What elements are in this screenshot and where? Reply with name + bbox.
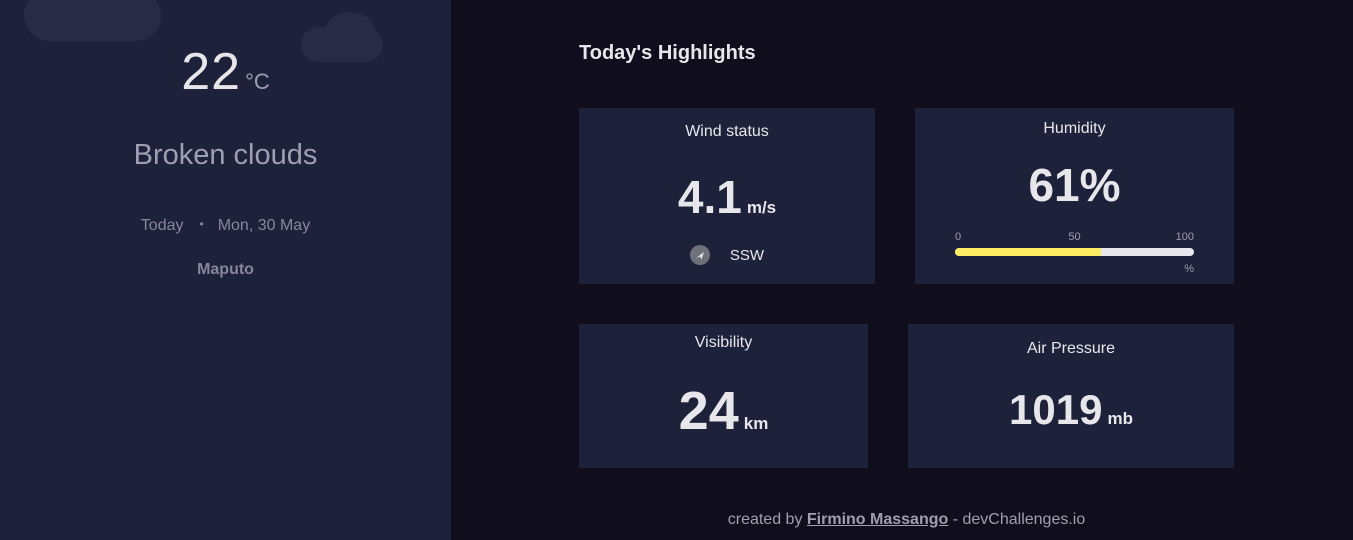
wind-direction: SSW (579, 245, 875, 266)
wind-speed-unit: m/s (746, 198, 777, 217)
visibility-value-row: 24 km (579, 380, 868, 442)
humidity-scale-mid: 50 (1068, 231, 1081, 243)
today-label: Today (140, 217, 184, 234)
temperature-unit: °C (245, 69, 270, 94)
weather-condition: Broken clouds (133, 139, 318, 171)
humidity-value-row: 61% (915, 158, 1234, 212)
humidity-scale: 0 50 100 (955, 231, 1194, 245)
location-name: Maputo (197, 261, 254, 278)
visibility-value: 24 (678, 381, 739, 441)
current-date: Mon, 30 May (217, 217, 311, 234)
date-separator: • (199, 217, 204, 231)
air-pressure-value-row: 1019 mb (908, 386, 1234, 434)
air-pressure-unit: mb (1107, 409, 1133, 428)
humidity-progress-bar (955, 248, 1194, 256)
visibility-card: Visibility 24 km (579, 324, 868, 468)
humidity-title: Humidity (1043, 120, 1106, 137)
humidity-percent-label: % (1184, 263, 1194, 275)
wind-status-card: Wind status 4.1 m/s SSW (579, 108, 875, 284)
current-temperature: 22 °C (0, 42, 451, 102)
wind-direction-label: SSW (729, 246, 765, 264)
humidity-value: 61% (1028, 159, 1121, 211)
wind-status-title: Wind status (685, 123, 769, 140)
visibility-title: Visibility (694, 334, 753, 351)
humidity-card: Humidity 61% 0 50 100 % (915, 108, 1234, 284)
author-link[interactable]: Firmino Massango (807, 511, 948, 528)
navigation-arrow-icon (689, 245, 710, 265)
temperature-value: 22 (181, 43, 242, 101)
wind-speed-value: 4.1 (677, 171, 742, 223)
wind-speed: 4.1 m/s (579, 170, 875, 224)
humidity-progress-fill (955, 248, 1101, 256)
humidity-scale-min: 0 (955, 231, 962, 243)
footer-suffix: - devChallenges.io (952, 511, 1086, 528)
humidity-scale-max: 100 (1175, 231, 1194, 243)
sidebar: 22 °C Broken clouds Today • Mon, 30 May Map… (0, 0, 451, 540)
cloud-decoration (24, 0, 161, 41)
air-pressure-card: Air Pressure 1019 mb (908, 324, 1234, 468)
footer-prefix: created by (727, 511, 803, 528)
date-row: Today • Mon, 30 May (0, 217, 451, 235)
air-pressure-title: Air Pressure (1026, 340, 1116, 357)
visibility-unit: km (743, 414, 769, 433)
air-pressure-value: 1019 (1009, 386, 1103, 433)
highlights-title: Today's Highlights (579, 42, 756, 64)
footer: created by Firmino Massango - devChallen… (579, 511, 1234, 529)
